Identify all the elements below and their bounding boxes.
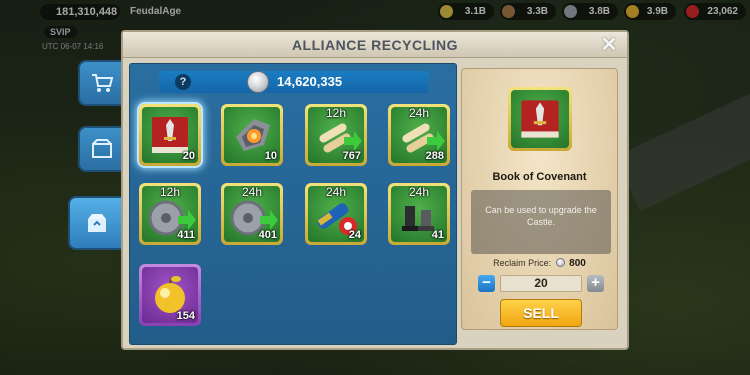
item-speedup-12h[interactable]: 12h 767: [305, 104, 367, 166]
quantity-field[interactable]: 20: [500, 275, 582, 292]
increase-button[interactable]: +: [587, 275, 604, 292]
item-wheel-12h[interactable]: 12h 411: [139, 183, 201, 245]
balance-bar: ? 14,620,335: [159, 71, 429, 93]
tab-recycling[interactable]: [68, 196, 124, 250]
reclaim-price: Reclaim Price: 800: [462, 258, 617, 269]
item-quantity: 41: [431, 229, 444, 241]
item-timer: 24h: [325, 186, 347, 199]
panel-title: ALLIANCE RECYCLING: [291, 37, 459, 53]
item-quantity: 20: [182, 150, 195, 162]
tab-shop[interactable]: [78, 60, 124, 106]
item-gem-shield[interactable]: 10: [221, 104, 283, 166]
box-icon: [92, 139, 112, 158]
item-timer: 24h: [241, 186, 263, 199]
item-quantity: 154: [176, 310, 195, 322]
decrease-button[interactable]: −: [478, 275, 495, 292]
item-quantity: 24: [348, 229, 361, 241]
book-icon: [521, 100, 559, 138]
item-timer: 12h: [325, 107, 347, 120]
silver-coin-icon: [555, 258, 565, 267]
help-icon[interactable]: ?: [175, 74, 191, 90]
recycle-box-icon: [88, 214, 106, 232]
item-quantity: 10: [264, 150, 277, 162]
alliance-recycling-panel: ALLIANCE RECYCLING ✕ ? 14,620,335 20 10 …: [121, 30, 629, 350]
panel-header: ALLIANCE RECYCLING ✕: [123, 32, 627, 58]
detail-item-description: Can be used to upgrade the Castle.: [471, 190, 611, 254]
item-timer: 24h: [408, 107, 430, 120]
item-telescope-24h[interactable]: 24h 24: [305, 183, 367, 245]
item-detail-panel: Book of Covenant Can be used to upgrade …: [461, 68, 618, 330]
item-quantity: 401: [258, 229, 277, 241]
item-golden-apple[interactable]: 154: [139, 264, 201, 326]
quantity-stepper: − 20 +: [478, 275, 604, 292]
balance-amount: 14,620,335: [277, 74, 343, 89]
silver-coin-icon: [247, 71, 269, 93]
tab-storage[interactable]: [78, 126, 124, 172]
item-quantity: 288: [425, 150, 444, 162]
item-book-of-covenant[interactable]: 20: [139, 104, 201, 166]
reclaim-value: 800: [569, 258, 586, 269]
item-chess-24h[interactable]: 24h 41: [388, 183, 450, 245]
reclaim-label: Reclaim Price:: [493, 258, 552, 268]
detail-item-icon: [508, 87, 572, 151]
close-button[interactable]: ✕: [599, 35, 619, 55]
item-wheel-24h[interactable]: 24h 401: [221, 183, 283, 245]
item-timer: 12h: [159, 186, 181, 199]
item-quantity: 767: [342, 150, 361, 162]
detail-item-name: Book of Covenant: [492, 171, 587, 183]
item-speedup-24h[interactable]: 24h 288: [388, 104, 450, 166]
cart-icon: [92, 74, 114, 92]
item-quantity: 411: [177, 229, 195, 241]
sell-button[interactable]: SELL: [500, 299, 582, 327]
item-timer: 24h: [408, 186, 430, 199]
